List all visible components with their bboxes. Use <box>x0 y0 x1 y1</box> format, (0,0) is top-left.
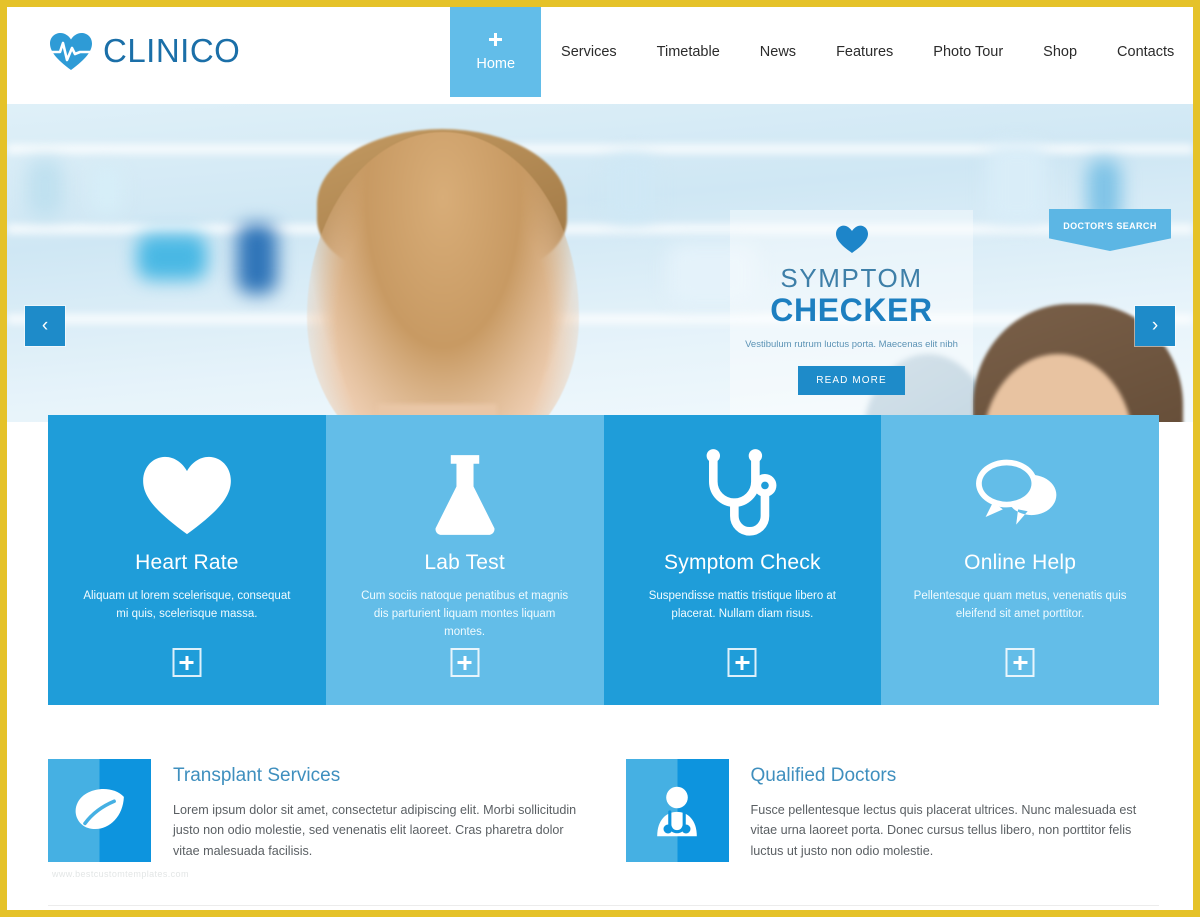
plus-icon[interactable] <box>727 648 757 677</box>
nav-label: News <box>759 44 797 60</box>
leaf-icon <box>48 759 151 862</box>
services-section: Transplant Services Lorem ipsum dolor si… <box>48 759 1159 862</box>
stethoscope-icon <box>622 441 864 549</box>
site-header: CLINICO Home Services Timetable News Fea… <box>7 7 1193 104</box>
service-body: Transplant Services Lorem ipsum dolor si… <box>173 759 582 862</box>
feature-cards: Heart Rate Aliquam ut lorem scelerisque,… <box>48 415 1159 705</box>
plus-icon[interactable] <box>1005 648 1035 677</box>
plus-icon[interactable] <box>450 648 480 677</box>
feature-card-online-help[interactable]: Online Help Pellentesque quam metus, ven… <box>881 415 1159 705</box>
service-description: Fusce pellentesque lectus quis placerat … <box>750 803 1137 858</box>
feature-card-heart-rate[interactable]: Heart Rate Aliquam ut lorem scelerisque,… <box>48 415 326 705</box>
feature-card-lab-test[interactable]: Lab Test Cum sociis natoque penatibus et… <box>325 415 604 705</box>
service-description: Lorem ipsum dolor sit amet, consectetur … <box>173 803 577 858</box>
feature-card-title: Online Help <box>964 551 1077 574</box>
chat-bubbles-icon <box>899 441 1141 549</box>
nav-label: Shop <box>1043 44 1078 60</box>
heart-icon <box>66 441 308 549</box>
feature-card-description: Aliquam ut lorem scelerisque, consequat … <box>83 590 291 620</box>
service-transplant-services[interactable]: Transplant Services Lorem ipsum dolor si… <box>48 759 582 862</box>
plus-icon[interactable] <box>172 648 202 677</box>
slider-next-arrow[interactable]: › <box>1134 305 1176 347</box>
service-qualified-doctors[interactable]: Qualified Doctors Fusce pellentesque lec… <box>625 759 1160 862</box>
feature-card-title: Heart Rate <box>135 551 239 574</box>
nav-label: Home <box>476 55 516 72</box>
slider-prev-arrow[interactable]: ‹ <box>24 305 66 347</box>
nav-label: Photo Tour <box>933 44 1004 60</box>
site-logo[interactable]: CLINICO <box>46 27 241 75</box>
hero-title-line-1: SYMPTOM <box>780 263 923 293</box>
nav-item-shop[interactable]: Shop <box>1023 7 1097 97</box>
doctors-search-label: DOCTOR'S SEARCH <box>1063 221 1157 231</box>
nav-item-news[interactable]: News <box>740 7 816 97</box>
brand-name: CLINICO <box>103 32 241 69</box>
hero-background-image <box>7 104 1193 422</box>
hero-subtitle: Vestibulum rutrum luctus porta. Maecenas… <box>745 339 958 351</box>
feature-card-description: Cum sociis natoque penatibus et magnis d… <box>361 590 569 638</box>
watermark: www.bestcustomtemplates.com <box>52 869 189 879</box>
nav-item-services[interactable]: Services <box>541 7 637 97</box>
doctor-icon <box>625 759 729 862</box>
heart-icon <box>730 224 973 259</box>
nav-label: Features <box>836 44 894 60</box>
feature-card-symptom-check[interactable]: Symptom Check Suspendisse mattis tristiq… <box>603 415 882 705</box>
flask-icon <box>344 441 586 549</box>
hero-title-line-2: CHECKER <box>770 292 933 329</box>
nav-label: Contacts <box>1117 44 1175 60</box>
main-navigation: Home Services Timetable News Features Ph… <box>450 7 1193 97</box>
nav-label: Timetable <box>656 44 720 60</box>
section-divider <box>48 905 1159 906</box>
plus-icon <box>489 32 503 46</box>
service-title: Transplant Services <box>173 765 341 786</box>
heart-pulse-icon <box>46 27 96 75</box>
nav-item-home[interactable]: Home <box>450 7 542 97</box>
hero-slider: DOCTOR'S SEARCH SYMPTOM CHECKER Vestibul… <box>7 104 1193 422</box>
page-frame: CLINICO Home Services Timetable News Fea… <box>0 0 1200 917</box>
nav-item-contacts[interactable]: Contacts <box>1097 7 1193 97</box>
service-body: Qualified Doctors Fusce pellentesque lec… <box>751 759 1160 862</box>
hero-content-panel: SYMPTOM CHECKER Vestibulum rutrum luctus… <box>730 210 973 422</box>
service-title: Qualified Doctors <box>750 765 897 786</box>
feature-card-title: Lab Test <box>424 551 505 574</box>
nav-item-features[interactable]: Features <box>816 7 913 97</box>
read-more-button[interactable]: READ MORE <box>798 365 905 395</box>
feature-card-title: Symptom Check <box>664 551 821 574</box>
nav-item-photo-tour[interactable]: Photo Tour <box>913 7 1023 97</box>
feature-card-description: Pellentesque quam metus, venenatis quis … <box>913 590 1127 620</box>
nav-label: Services <box>561 44 617 60</box>
nav-item-timetable[interactable]: Timetable <box>637 7 740 97</box>
feature-card-description: Suspendisse mattis tristique libero at p… <box>648 590 837 620</box>
